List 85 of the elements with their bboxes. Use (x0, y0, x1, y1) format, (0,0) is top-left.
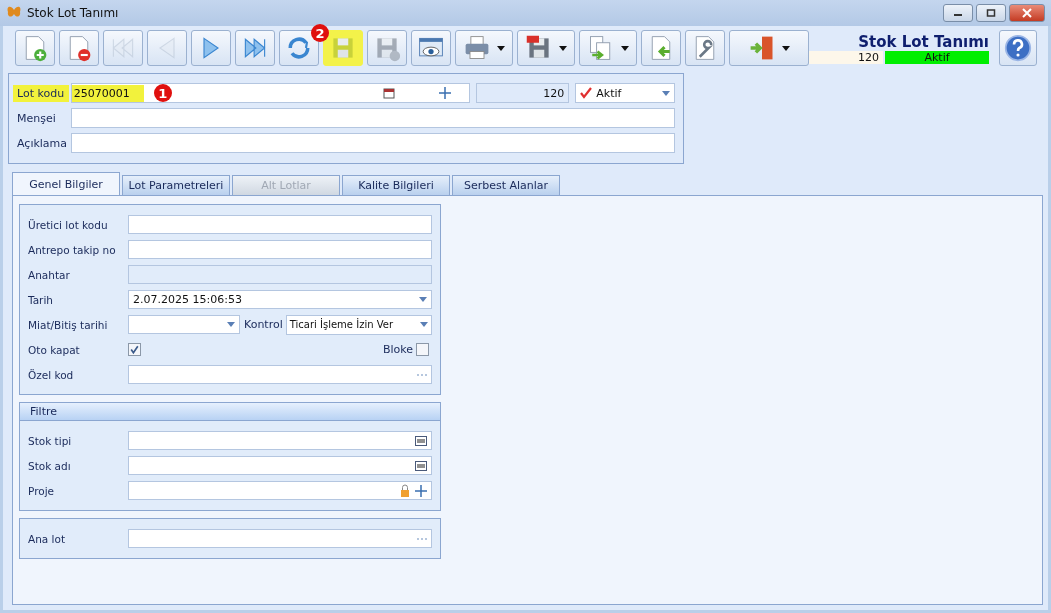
number-field: 120 (475, 83, 570, 103)
lock-icon (400, 484, 410, 497)
minimize-button[interactable] (943, 4, 973, 22)
input-field[interactable] (128, 240, 432, 259)
ellipsis-icon (417, 537, 427, 540)
close-icon (1022, 8, 1032, 18)
field-value: 2.07.2025 15:06:53 (133, 293, 242, 306)
field-label: Özel kod (28, 368, 75, 381)
import-button[interactable] (641, 30, 681, 66)
check-icon (580, 87, 593, 99)
field-label: Miat/Bitiş tarihi (28, 318, 109, 331)
help-icon (1004, 34, 1032, 62)
barcode-icon (415, 460, 427, 471)
status-dropdown[interactable]: Aktif (575, 83, 675, 103)
date-field[interactable] (128, 315, 240, 334)
tab[interactable]: Serbest Alanlar (452, 175, 560, 195)
field-label: Stok adı (28, 459, 72, 472)
next-button[interactable] (191, 30, 231, 66)
control-dropdown[interactable]: Ticari İşleme İzin Ver (285, 314, 432, 335)
lot-code-field[interactable]: 25070001 1 (70, 83, 470, 103)
delete-button[interactable] (59, 30, 99, 66)
field-label: Anahtar (28, 268, 71, 281)
tab[interactable]: Kalite Bilgileri (342, 175, 450, 195)
field-label: Oto kapat (28, 343, 81, 356)
form-title: Stok Lot Tanımı (858, 32, 989, 51)
input-field[interactable] (71, 133, 675, 153)
restore-icon (986, 8, 996, 18)
field-label: Tarih (28, 293, 54, 306)
plus-icon (438, 87, 451, 99)
save-button[interactable] (323, 30, 363, 66)
field-value: 25070001 (71, 84, 144, 102)
field-label: Ana lot (28, 532, 67, 545)
input-field[interactable] (128, 529, 432, 548)
checkbox[interactable] (416, 343, 429, 356)
print-button[interactable] (455, 30, 513, 66)
pdf-button[interactable] (517, 30, 575, 66)
dropdown-arrow-icon (420, 322, 428, 327)
field-label: Üretici lot kodu (28, 218, 109, 231)
caret-icon (782, 45, 790, 51)
date-field[interactable]: 2.07.2025 15:06:53 (128, 290, 432, 309)
field-label: Lot kodu (13, 84, 69, 102)
dropdown-arrow-icon (419, 297, 427, 302)
caret-icon (621, 45, 629, 51)
input-field[interactable] (128, 365, 432, 384)
last-button[interactable] (235, 30, 275, 66)
field-label: Kontrol (244, 318, 283, 331)
window-title: Stok Lot Tanımı (27, 6, 119, 20)
field-label: Stok tipi (28, 434, 73, 447)
printer-icon (463, 34, 491, 62)
export-button[interactable] (579, 30, 637, 66)
new-button[interactable] (15, 30, 55, 66)
restore-button[interactable] (976, 4, 1006, 22)
barcode-icon (415, 435, 427, 446)
input-field[interactable] (128, 431, 432, 450)
field-label: Bloke (382, 343, 413, 356)
exit-button[interactable] (729, 30, 809, 66)
ellipsis-icon (417, 373, 427, 376)
record-code: 120 (809, 50, 883, 64)
step-marker: 1 (153, 84, 172, 102)
preview-button[interactable] (411, 30, 451, 66)
tab[interactable]: Genel Bilgiler (12, 172, 120, 195)
calendar-icon (382, 87, 395, 99)
group-header: Filtre (20, 403, 440, 421)
caret-icon (559, 45, 567, 51)
field-label: Antrepo takip no (28, 243, 117, 256)
dropdown-value: Aktif (596, 86, 622, 100)
input-field[interactable] (128, 456, 432, 475)
caret-icon (497, 45, 505, 51)
exit-door-icon (748, 34, 776, 62)
dropdown-value: Ticari İşleme İzin Ver (289, 319, 393, 330)
dropdown-arrow-icon (227, 322, 235, 327)
field-label: Proje (28, 484, 56, 497)
checkbox[interactable] (128, 343, 141, 356)
field-label: Açıklama (16, 135, 69, 152)
input-field[interactable] (128, 215, 432, 234)
help-button[interactable] (999, 30, 1037, 66)
close-button[interactable] (1009, 4, 1045, 22)
plus-icon (415, 484, 427, 497)
tools-button[interactable] (685, 30, 725, 66)
input-field[interactable] (128, 481, 432, 500)
input-field[interactable] (71, 108, 675, 128)
status-label: Aktif (885, 50, 989, 64)
tab[interactable]: Lot Parametreleri (122, 175, 230, 195)
field-label: Menşei (16, 110, 57, 127)
dropdown-arrow-icon (662, 90, 670, 96)
